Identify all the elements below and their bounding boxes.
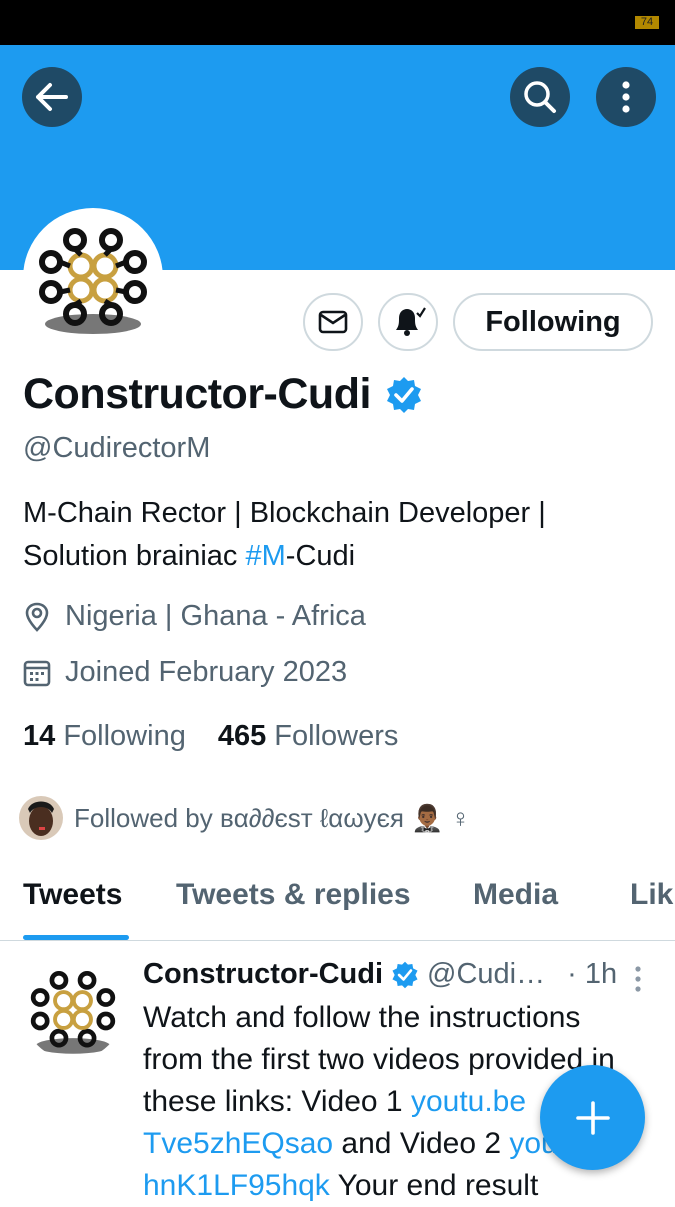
location-text: Nigeria | Ghana - Africa	[65, 600, 366, 632]
profile-joined: Joined February 2023	[23, 656, 347, 689]
tweet-avatar-logo-image	[30, 970, 116, 1054]
plus-icon	[575, 1100, 610, 1135]
tab-media[interactable]: Media	[473, 878, 558, 912]
tab-tweets[interactable]: Tweets	[23, 878, 122, 912]
tweet-author-name[interactable]: Constructor-Cudi	[143, 958, 383, 991]
bio-text: Solution brainiac	[23, 540, 246, 572]
tweet-avatar[interactable]	[23, 960, 123, 1060]
following-button[interactable]: Following	[453, 293, 653, 351]
joined-text: Joined February 2023	[65, 656, 348, 688]
arrow-left-icon	[36, 83, 68, 111]
followed-by-text: Followed by вα∂∂єѕт ℓαωуєя 🤵🏾‍♂️ ♀	[74, 802, 471, 833]
bio-hashtag-link[interactable]: #M	[245, 540, 285, 572]
back-button[interactable]	[22, 67, 82, 127]
tweet-text-segment: and Video 2	[333, 1127, 510, 1160]
bio-line-2: Solution brainiac #M-Cudi	[23, 535, 653, 578]
tweet-header: Constructor-Cudi @Cudi… · 1h	[143, 958, 617, 991]
tweet-link-2-cont[interactable]: hnK1LF95hqk	[143, 1169, 330, 1202]
verified-badge-icon	[386, 376, 421, 413]
tweet-line-5: hnK1LF95hqk Your end result	[143, 1165, 663, 1207]
profile-name: Constructor-Cudi	[23, 370, 423, 419]
following-count-link[interactable]: 14 Following	[23, 720, 186, 753]
tweet-link-1-cont[interactable]: Tve5zhEQsao	[143, 1127, 333, 1160]
followers-count-link[interactable]: 465 Followers	[218, 720, 399, 753]
follow-counts: 14 Following 465 Followers	[23, 720, 398, 753]
bell-check-icon	[396, 307, 426, 336]
envelope-icon	[318, 310, 348, 334]
more-vertical-icon	[622, 81, 630, 113]
tweet-more-icon[interactable]	[634, 966, 642, 992]
bio-line-1: M-Chain Rector | Blockchain Developer |	[23, 497, 546, 529]
search-button[interactable]	[510, 67, 570, 127]
message-button[interactable]	[303, 293, 363, 351]
tweet-text-segment: these links: Video 1	[143, 1085, 411, 1118]
followed-by[interactable]: Followed by вα∂∂єѕт ℓαωуєя 🤵🏾‍♂️ ♀	[18, 795, 470, 841]
tweet-link-1[interactable]: youtu.be	[411, 1085, 526, 1118]
tweet-text-segment: Your end result	[329, 1169, 539, 1202]
tab-tweets-and-replies[interactable]: Tweets & replies	[176, 878, 411, 912]
notifications-button[interactable]	[378, 293, 438, 351]
active-tab-indicator	[23, 935, 129, 940]
following-count: 14	[23, 720, 56, 752]
profile-location: Nigeria | Ghana - Africa	[23, 600, 366, 633]
battery-indicator: 74	[635, 16, 659, 29]
profile-handle: @CudirectorM	[23, 432, 211, 464]
more-button[interactable]	[596, 67, 656, 127]
profile-name-text: Constructor-Cudi	[23, 370, 371, 418]
profile-bio: M-Chain Rector | Blockchain Developer | …	[23, 492, 653, 578]
profile-tabs: Tweets Tweets & replies Media Lik	[0, 860, 675, 941]
location-pin-icon	[25, 602, 49, 632]
tweet-author-handle: @Cudi…	[427, 958, 546, 990]
avatar-logo-image	[39, 228, 147, 334]
status-bar: 74	[0, 0, 675, 45]
tweet-line-1: Watch and follow the instructions	[143, 1001, 581, 1034]
search-icon	[524, 81, 556, 113]
follower-avatar	[19, 796, 63, 840]
followers-count-label: Followers	[274, 720, 399, 752]
calendar-icon	[23, 660, 51, 686]
followers-count: 465	[217, 720, 267, 752]
following-button-label: Following	[485, 305, 621, 338]
verified-badge-icon	[392, 961, 418, 988]
tweet-time: · 1h	[567, 958, 618, 990]
profile-avatar[interactable]	[23, 208, 163, 348]
tab-likes[interactable]: Lik	[630, 878, 673, 912]
bio-text-suffix: -Cudi	[285, 540, 356, 572]
compose-tweet-button[interactable]	[540, 1065, 645, 1170]
following-count-label: Following	[63, 720, 186, 752]
